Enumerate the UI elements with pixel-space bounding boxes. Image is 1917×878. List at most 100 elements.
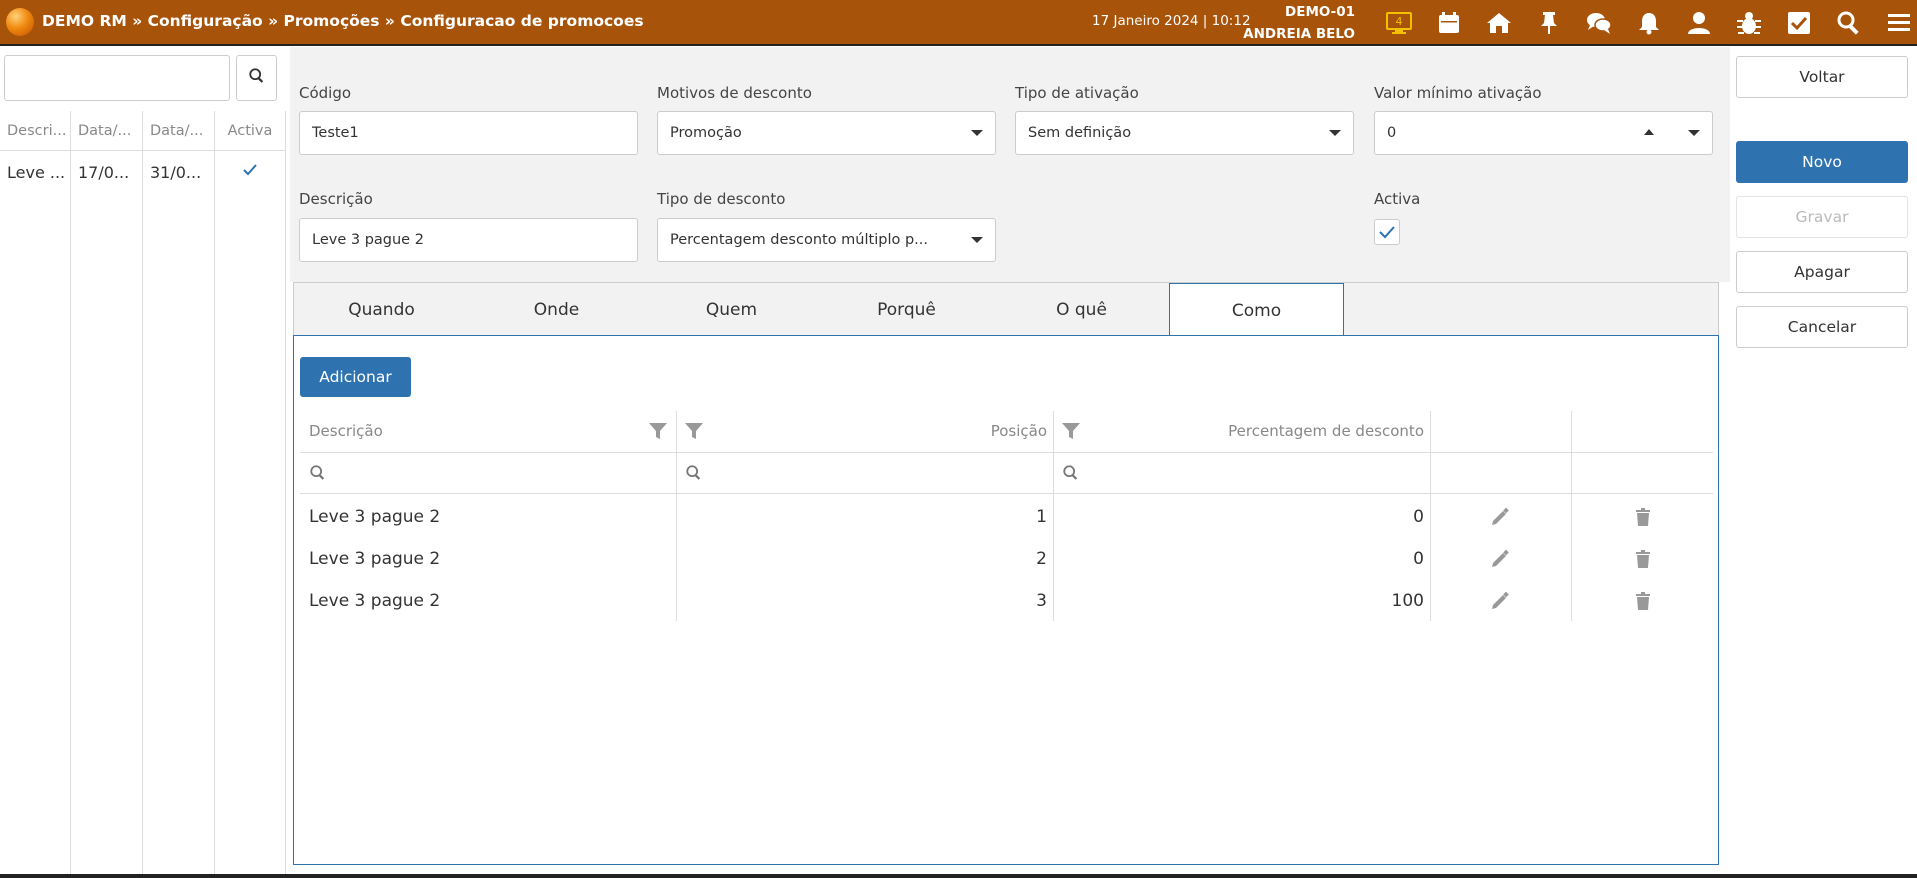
caret-down-icon bbox=[971, 237, 983, 243]
bottom-border bbox=[0, 874, 1917, 878]
motivos-value: Promoção bbox=[670, 125, 742, 141]
search-icon[interactable] bbox=[309, 464, 327, 486]
datetime: 17 Janeiro 2024 | 10:12 bbox=[1092, 13, 1251, 29]
tipo-desconto-label: Tipo de desconto bbox=[657, 190, 786, 208]
motivos-select[interactable]: Promoção bbox=[657, 111, 996, 155]
valor-minimo-label: Valor mínimo ativação bbox=[1374, 84, 1542, 102]
activa-check[interactable] bbox=[215, 152, 285, 194]
cell-descricao[interactable]: Leve 3 pague 2 bbox=[309, 538, 440, 580]
user-info: DEMO-01 ANDREIA BELO bbox=[1243, 1, 1355, 45]
tab-quem[interactable]: Quem bbox=[644, 283, 819, 337]
motivos-label: Motivos de desconto bbox=[657, 84, 812, 102]
notification-count: 4 bbox=[1396, 15, 1403, 28]
search-icon[interactable] bbox=[1824, 6, 1874, 40]
checkbox-icon[interactable] bbox=[1774, 6, 1824, 40]
table-cell[interactable]: Leve ... bbox=[0, 152, 70, 194]
menu-icon[interactable] bbox=[1874, 6, 1917, 40]
header-descricao[interactable]: Descrição bbox=[309, 411, 383, 451]
cell-percentagem[interactable]: 0 bbox=[1413, 496, 1424, 538]
column-activa: Activa bbox=[215, 111, 286, 878]
user-name: ANDREIA BELO bbox=[1243, 26, 1355, 42]
breadcrumb: DEMO RM » Configuração » Promoções » Con… bbox=[42, 12, 644, 30]
cell-descricao[interactable]: Leve 3 pague 2 bbox=[309, 496, 440, 538]
tipo-desconto-value: Percentagem desconto múltiplo p... bbox=[670, 232, 928, 248]
app-logo[interactable] bbox=[6, 8, 34, 36]
promotions-table: Descri... Leve ... Data/... 17/0... Data… bbox=[0, 111, 286, 878]
filter-icon[interactable] bbox=[648, 421, 668, 445]
list-search-button[interactable] bbox=[236, 55, 277, 101]
column-header[interactable]: Descri... bbox=[0, 111, 70, 151]
promotions-list-panel: Descri... Leve ... Data/... 17/0... Data… bbox=[0, 47, 286, 878]
check-icon bbox=[243, 164, 257, 176]
pin-icon[interactable] bbox=[1524, 6, 1574, 40]
calendar-icon[interactable] bbox=[1424, 6, 1474, 40]
apagar-button[interactable]: Apagar bbox=[1736, 251, 1908, 293]
tipo-desconto-select[interactable]: Percentagem desconto múltiplo p... bbox=[657, 218, 996, 262]
como-panel: Adicionar Descrição Posição Percentagem … bbox=[293, 335, 1719, 865]
tab-porque[interactable]: Porquê bbox=[819, 283, 994, 337]
chat-icon[interactable] bbox=[1574, 6, 1624, 40]
trash-icon[interactable] bbox=[1633, 591, 1653, 615]
column-data-inicio: Data/... 17/0... bbox=[71, 111, 143, 878]
increment-icon[interactable] bbox=[1644, 129, 1654, 135]
top-bar: DEMO RM » Configuração » Promoções » Con… bbox=[0, 0, 1917, 46]
filter-icon[interactable] bbox=[1061, 421, 1081, 445]
home-icon[interactable] bbox=[1474, 6, 1524, 40]
header-posicao[interactable]: Posição bbox=[991, 411, 1047, 451]
search-icon[interactable] bbox=[1062, 464, 1080, 486]
column-header[interactable]: Activa bbox=[215, 111, 285, 151]
codigo-label: Código bbox=[299, 84, 352, 102]
add-button[interactable]: Adicionar bbox=[300, 357, 411, 397]
table-cell[interactable]: 31/0... bbox=[143, 152, 214, 194]
edit-icon[interactable] bbox=[1490, 591, 1510, 615]
activa-checkbox[interactable] bbox=[1374, 219, 1400, 245]
voltar-button[interactable]: Voltar bbox=[1736, 56, 1908, 98]
cancelar-button[interactable]: Cancelar bbox=[1736, 306, 1908, 348]
tab-como[interactable]: Como bbox=[1169, 283, 1344, 338]
column-header[interactable]: Data/... bbox=[71, 111, 142, 151]
tipo-ativacao-value: Sem definição bbox=[1028, 125, 1132, 141]
search-icon[interactable] bbox=[685, 464, 703, 486]
promotion-form: Código Teste1 Motivos de desconto Promoç… bbox=[290, 47, 1730, 282]
filter-icon[interactable] bbox=[684, 421, 704, 445]
valor-minimo-field[interactable]: 0 bbox=[1374, 111, 1713, 155]
cell-descricao[interactable]: Leve 3 pague 2 bbox=[309, 580, 440, 622]
codigo-field[interactable]: Teste1 bbox=[299, 111, 638, 155]
column-divider bbox=[1053, 411, 1054, 621]
tipo-ativacao-select[interactable]: Sem definição bbox=[1015, 111, 1354, 155]
activa-label: Activa bbox=[1374, 190, 1421, 208]
cell-percentagem[interactable]: 0 bbox=[1413, 538, 1424, 580]
column-divider bbox=[1571, 411, 1572, 621]
caret-down-icon[interactable] bbox=[1688, 130, 1700, 136]
caret-down-icon bbox=[971, 130, 983, 136]
column-divider bbox=[1430, 411, 1431, 621]
trash-icon[interactable] bbox=[1633, 507, 1653, 531]
edit-icon[interactable] bbox=[1490, 507, 1510, 531]
tipo-ativacao-label: Tipo de ativação bbox=[1015, 84, 1139, 102]
descricao-field[interactable]: Leve 3 pague 2 bbox=[299, 218, 638, 262]
column-data-fim: Data/... 31/0... bbox=[143, 111, 215, 878]
monitor-icon[interactable]: 4 bbox=[1374, 6, 1424, 40]
workstation-name: DEMO-01 bbox=[1285, 4, 1355, 20]
search-icon bbox=[248, 67, 266, 89]
cell-percentagem[interactable]: 100 bbox=[1392, 580, 1424, 622]
cell-posicao[interactable]: 2 bbox=[1036, 538, 1047, 580]
cell-posicao[interactable]: 3 bbox=[1036, 580, 1047, 622]
header-percentagem[interactable]: Percentagem de desconto bbox=[1228, 411, 1424, 451]
trash-icon[interactable] bbox=[1633, 549, 1653, 573]
header-icons: 4 bbox=[1374, 6, 1917, 40]
gravar-button[interactable]: Gravar bbox=[1736, 196, 1908, 238]
novo-button[interactable]: Novo bbox=[1736, 141, 1908, 183]
bell-icon[interactable] bbox=[1624, 6, 1674, 40]
tab-quando[interactable]: Quando bbox=[294, 283, 469, 337]
cell-posicao[interactable]: 1 bbox=[1036, 496, 1047, 538]
bug-icon[interactable] bbox=[1724, 6, 1774, 40]
table-cell[interactable]: 17/0... bbox=[71, 152, 142, 194]
column-header[interactable]: Data/... bbox=[143, 111, 214, 151]
tab-onde[interactable]: Onde bbox=[469, 283, 644, 337]
edit-icon[interactable] bbox=[1490, 549, 1510, 573]
list-search-input[interactable] bbox=[4, 55, 230, 101]
check-icon bbox=[1379, 226, 1395, 239]
user-icon[interactable] bbox=[1674, 6, 1724, 40]
tab-o-que[interactable]: O quê bbox=[994, 283, 1169, 337]
